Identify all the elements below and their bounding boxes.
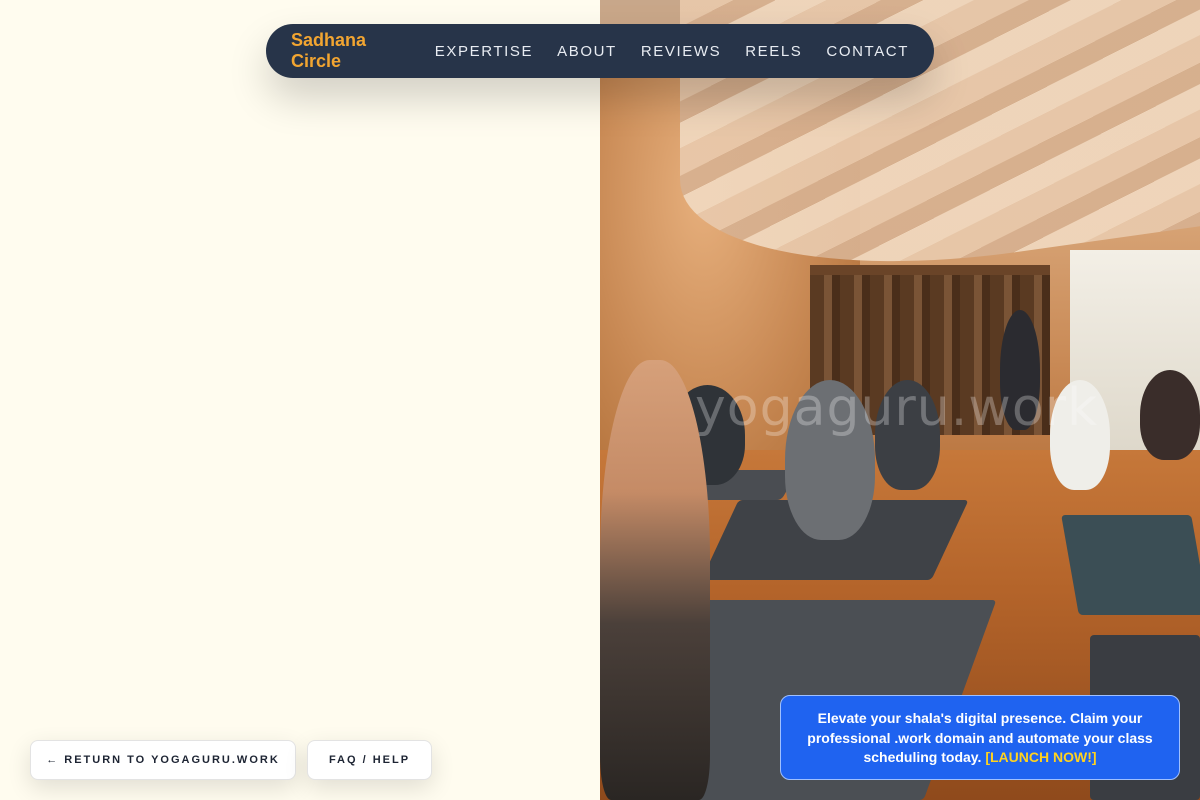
promo-launch-link[interactable]: [LAUNCH NOW!] [985, 749, 1096, 765]
left-content-area [0, 0, 600, 800]
hero-image: yogaguru.work [600, 0, 1200, 800]
nav-link-contact[interactable]: CONTACT [826, 43, 909, 60]
nav-link-reels[interactable]: REELS [745, 43, 802, 60]
brand-logo[interactable]: Sadhana Circle [291, 30, 387, 72]
promo-text: Elevate your shala's digital presence. C… [807, 710, 1153, 765]
nav-link-about[interactable]: ABOUT [557, 43, 617, 60]
nav-link-reviews[interactable]: REVIEWS [641, 43, 721, 60]
promo-banner: Elevate your shala's digital presence. C… [780, 695, 1180, 780]
foreground-student [600, 360, 710, 800]
page: yogaguru.work Sadhana Circle EXPERTISE A… [0, 0, 1200, 800]
nav-link-expertise[interactable]: EXPERTISE [435, 43, 533, 60]
watermark-text: yogaguru.work [695, 378, 1099, 438]
nav-links: EXPERTISE ABOUT REVIEWS REELS CONTACT [435, 43, 909, 60]
faq-help-button[interactable]: FAQ / HELP [307, 740, 432, 780]
return-button[interactable]: ← RETURN TO YOGAGURU.WORK [30, 740, 296, 780]
yoga-mat [1061, 515, 1200, 615]
student [1140, 370, 1200, 460]
top-nav: Sadhana Circle EXPERTISE ABOUT REVIEWS R… [266, 24, 934, 78]
